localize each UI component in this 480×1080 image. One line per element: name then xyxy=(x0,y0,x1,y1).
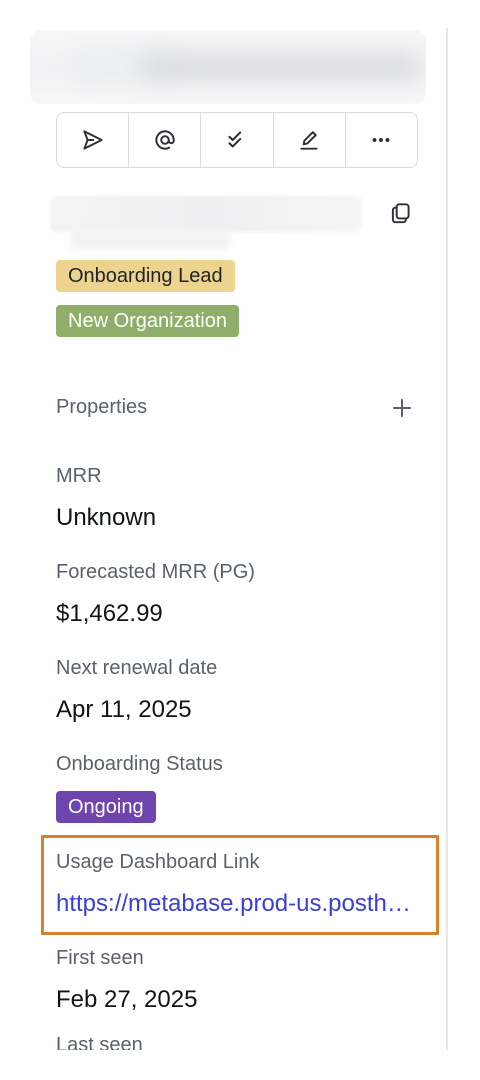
edit-button[interactable] xyxy=(274,113,346,167)
forecast-value[interactable]: $1,462.99 xyxy=(56,600,163,628)
more-icon xyxy=(372,138,390,142)
last-seen-label-partial: Last seen xyxy=(56,1034,143,1050)
copy-icon xyxy=(391,203,410,224)
add-property-button[interactable] xyxy=(390,396,414,420)
copy-button[interactable] xyxy=(388,200,414,226)
edit-icon xyxy=(300,131,318,150)
forecast-label: Forecasted MRR (PG) xyxy=(56,561,255,583)
tag-new-organization[interactable]: New Organization xyxy=(56,305,239,337)
mrr-value[interactable]: Unknown xyxy=(56,504,156,532)
person-details-panel: Onboarding Lead New Organization Propert… xyxy=(0,0,448,1050)
onboarding-status-badge[interactable]: Ongoing xyxy=(56,791,156,823)
send-button[interactable] xyxy=(57,113,130,167)
properties-heading: Properties xyxy=(56,396,148,418)
mrr-label: MRR xyxy=(56,465,102,487)
double-check-icon xyxy=(228,131,242,148)
mention-button[interactable] xyxy=(129,113,202,167)
onboarding-status-label: Onboarding Status xyxy=(56,753,223,775)
usage-dashboard-label: Usage Dashboard Link xyxy=(56,851,260,873)
tag-onboarding-lead[interactable]: Onboarding Lead xyxy=(56,260,235,292)
first-seen-label: First seen xyxy=(56,947,144,969)
more-button[interactable] xyxy=(346,113,417,167)
plus-icon xyxy=(393,399,411,417)
first-seen-value[interactable]: Feb 27, 2025 xyxy=(56,986,197,1014)
blurred-person-name xyxy=(30,30,426,104)
send-icon xyxy=(82,130,103,150)
at-sign-icon xyxy=(155,130,175,150)
renewal-label: Next renewal date xyxy=(56,657,218,679)
renewal-value[interactable]: Apr 11, 2025 xyxy=(56,696,192,724)
mark-done-button[interactable] xyxy=(201,113,274,167)
usage-dashboard-link[interactable]: https://metabase.prod-us.posthog.com xyxy=(56,890,416,918)
blurred-email xyxy=(50,196,362,232)
usage-link-highlight xyxy=(41,835,439,935)
blurred-subtitle xyxy=(70,228,230,250)
action-toolbar xyxy=(56,112,418,168)
panel-divider xyxy=(446,28,448,1050)
